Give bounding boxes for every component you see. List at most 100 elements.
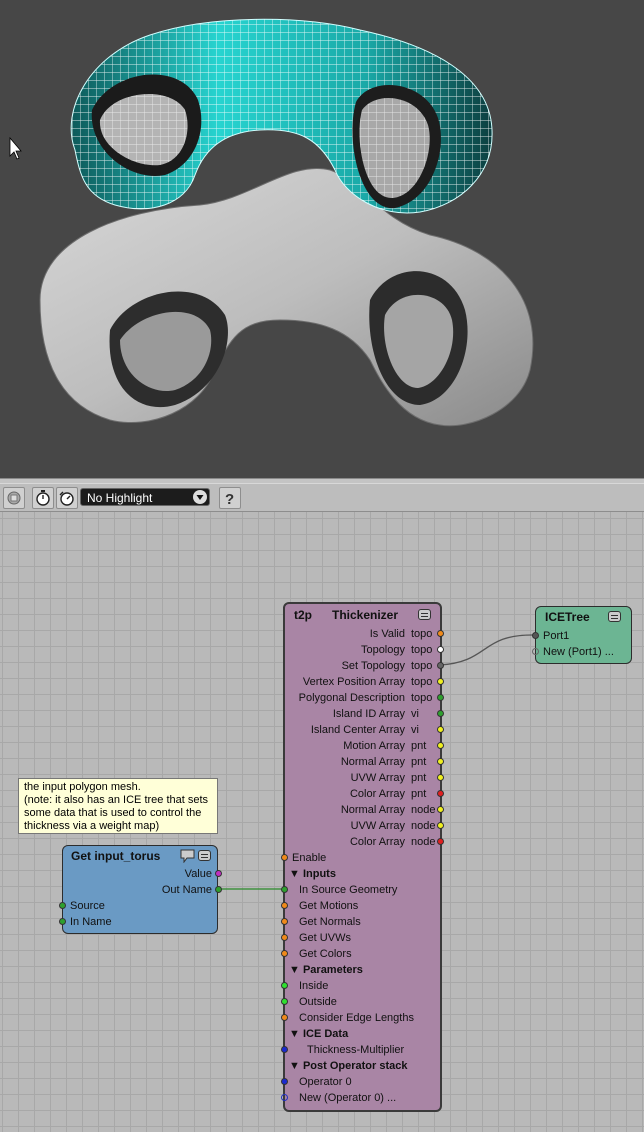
input-port-row[interactable]: Thickness-Multiplier xyxy=(307,1042,404,1058)
output-port-row[interactable]: Motion Array xyxy=(285,738,405,754)
output-port-dot[interactable] xyxy=(437,694,444,701)
node-title: Thickenizer xyxy=(332,608,399,622)
input-port-row[interactable]: Get Motions xyxy=(299,898,358,914)
comment-note[interactable]: the input polygon mesh. (note: it also h… xyxy=(18,778,218,834)
collapse-triangle-icon[interactable]: ▼ xyxy=(289,1028,303,1040)
output-port-row[interactable]: UVW Array xyxy=(285,770,405,786)
section-header[interactable]: ▼ Parameters xyxy=(289,962,363,978)
output-port-row[interactable]: Topology xyxy=(285,642,405,658)
output-port-row[interactable]: UVW Array xyxy=(285,818,405,834)
input-port-dot[interactable] xyxy=(281,1078,288,1085)
input-port-row[interactable]: Operator 0 xyxy=(299,1074,352,1090)
stopwatch-refresh-icon xyxy=(59,491,74,506)
input-port-dot[interactable] xyxy=(281,854,288,861)
output-port-label: Normal Array xyxy=(340,804,405,816)
input-port-dot[interactable] xyxy=(281,950,288,957)
input-port-row[interactable]: Consider Edge Lengths xyxy=(299,1010,414,1026)
port-new-port1[interactable]: New (Port1) ... xyxy=(543,644,614,660)
input-port-row[interactable]: Enable xyxy=(292,850,326,866)
output-port-dot[interactable] xyxy=(437,822,444,829)
input-port-row[interactable]: Get Normals xyxy=(299,914,361,930)
input-port-row[interactable]: Get UVWs xyxy=(299,930,351,946)
viewport-scene xyxy=(9,18,534,427)
port-value-dot[interactable] xyxy=(215,870,222,877)
port-value[interactable]: Value xyxy=(63,866,212,882)
output-port-label: Is Valid xyxy=(369,628,405,640)
thickenizer-node[interactable]: t2p Thickenizer Is Valid topo Topology topo… xyxy=(281,602,444,1112)
port-source-dot[interactable] xyxy=(59,902,66,909)
collapse-triangle-icon[interactable]: ▼ xyxy=(289,1060,303,1072)
output-port-row[interactable]: Normal Array xyxy=(285,754,405,770)
output-port-row[interactable]: Vertex Position Array xyxy=(285,674,405,690)
output-port-row[interactable]: Polygonal Description xyxy=(285,690,405,706)
output-port-row[interactable]: Color Array xyxy=(285,786,405,802)
output-port-dot[interactable] xyxy=(437,742,444,749)
input-port-label: Get Motions xyxy=(299,900,359,912)
input-port-row[interactable]: Outside xyxy=(299,994,337,1010)
output-port-dot[interactable] xyxy=(437,726,444,733)
3d-viewport[interactable] xyxy=(0,0,644,478)
input-port-dot[interactable] xyxy=(281,1014,288,1021)
input-port-label: Consider Edge Lengths xyxy=(299,1012,414,1024)
refresh-button[interactable] xyxy=(56,487,78,509)
comment-text: the input polygon mesh. (note: it also h… xyxy=(24,781,209,832)
input-port-dot[interactable] xyxy=(281,934,288,941)
output-port-row[interactable]: Color Array xyxy=(285,834,405,850)
node-menu-icon[interactable] xyxy=(608,611,621,622)
node-menu-icon[interactable] xyxy=(198,850,211,861)
new-port-dot[interactable] xyxy=(532,648,539,655)
output-port-dot[interactable] xyxy=(437,838,444,845)
output-port-dot[interactable] xyxy=(437,774,444,781)
section-header[interactable]: ▼ Post Operator stack xyxy=(289,1058,408,1074)
port-port1[interactable]: Port1 xyxy=(543,628,569,644)
highlight-dropdown[interactable]: No Highlight xyxy=(80,488,210,506)
input-port-row[interactable]: In Source Geometry xyxy=(299,882,397,898)
output-port-dot[interactable] xyxy=(437,630,444,637)
output-port-row[interactable]: Set Topology xyxy=(285,658,405,674)
input-port-dot[interactable] xyxy=(281,902,288,909)
input-port-label: Thickness-Multiplier xyxy=(307,1044,405,1056)
input-port-dot[interactable] xyxy=(281,1046,288,1053)
input-port-row[interactable]: Inside xyxy=(299,978,328,994)
input-port-row[interactable]: New (Operator 0) ... xyxy=(299,1090,396,1106)
section-header[interactable]: ▼ Inputs xyxy=(289,866,336,882)
port-out-name-dot[interactable] xyxy=(215,886,222,893)
input-port-dot[interactable] xyxy=(281,998,288,1005)
output-port-type: node xyxy=(411,804,436,816)
output-port-row[interactable]: Normal Array xyxy=(285,802,405,818)
node-menu-icon[interactable] xyxy=(418,609,431,620)
port-source[interactable]: Source xyxy=(70,898,105,914)
section-header[interactable]: ▼ ICE Data xyxy=(289,1026,348,1042)
refresh-timer-button[interactable] xyxy=(32,487,54,509)
output-port-label: Color Array xyxy=(349,788,405,800)
output-port-dot[interactable] xyxy=(437,806,444,813)
output-port-dot[interactable] xyxy=(437,790,444,797)
output-port-row[interactable]: Is Valid xyxy=(285,626,405,642)
output-port-dot[interactable] xyxy=(437,710,444,717)
output-port-type: node xyxy=(411,836,436,848)
input-port-dot[interactable] xyxy=(281,918,288,925)
output-port-dot[interactable] xyxy=(437,646,444,653)
input-port-label: Get Normals xyxy=(299,916,361,928)
port-in-name[interactable]: In Name xyxy=(70,914,112,930)
help-button[interactable]: ? xyxy=(219,487,241,509)
output-port-dot[interactable] xyxy=(437,758,444,765)
get-input-torus-node[interactable]: Get input_torus Value Out Name Source In… xyxy=(59,845,222,934)
output-port-dot[interactable] xyxy=(437,678,444,685)
collapse-triangle-icon[interactable]: ▼ xyxy=(289,868,303,880)
port-in-name-dot[interactable] xyxy=(59,918,66,925)
comment-bubble-icon[interactable] xyxy=(180,849,196,863)
port-out-name[interactable]: Out Name xyxy=(63,882,212,898)
input-port-dot[interactable] xyxy=(281,982,288,989)
collapse-triangle-icon[interactable]: ▼ xyxy=(289,964,303,976)
port1-dot[interactable] xyxy=(532,632,539,639)
preset-manager-button[interactable] xyxy=(3,487,25,509)
icetree-node[interactable]: ICETree Port1 New (Port1) ... xyxy=(532,606,632,664)
input-port-row[interactable]: Get Colors xyxy=(299,946,352,962)
input-port-dot[interactable] xyxy=(281,1094,288,1101)
mouse-cursor-icon xyxy=(9,136,22,160)
output-port-row[interactable]: Island Center Array xyxy=(285,722,405,738)
output-port-dot[interactable] xyxy=(437,662,444,669)
input-port-dot[interactable] xyxy=(281,886,288,893)
output-port-row[interactable]: Island ID Array xyxy=(285,706,405,722)
